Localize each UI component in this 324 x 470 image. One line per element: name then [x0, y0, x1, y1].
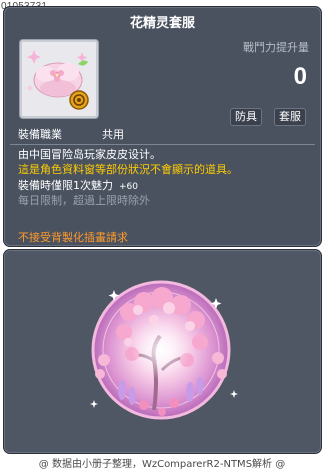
daily-limit-line: 每日限制，超過上限時除外	[18, 194, 150, 207]
flower-spirit-suit-icon	[26, 50, 89, 110]
charm-bonus-line: 裝備時僅限1次魅力 +60	[18, 179, 138, 194]
combat-power-value: 0	[293, 63, 307, 90]
tag-armor: 防具	[230, 108, 262, 126]
combat-power-label: 戰鬥力提升量	[243, 41, 309, 54]
job-value: 共用	[102, 128, 124, 141]
item-tooltip: 花精灵套服 戰鬥力提升量 0 防具 套服 裝備職業 共用 由中国冒险岛玩家皮皮设…	[3, 6, 322, 247]
item-preview-panel	[3, 249, 322, 454]
item-title: 花精灵套服	[129, 16, 195, 31]
job-label: 裝備職業	[18, 128, 62, 141]
description-line: 由中国冒险岛玩家皮皮设计。	[18, 148, 161, 161]
footer-credit: @ 数据由小册子整理，WzComparerR2-NTMS解析 @	[38, 459, 286, 470]
item-icon-frame	[19, 39, 99, 119]
no-custom-request-line: 不接受背製化插畫請求	[18, 231, 128, 244]
divider	[10, 144, 315, 145]
charm-bonus-value: +60	[119, 182, 138, 192]
flower-spirit-preview-icon	[90, 280, 238, 420]
tag-set: 套服	[274, 108, 306, 126]
description-warning: 這是角色資料窗等部份狀況不會顯示的道具。	[18, 163, 238, 176]
charm-bonus-label: 裝備時僅限1次魅力	[18, 179, 113, 192]
